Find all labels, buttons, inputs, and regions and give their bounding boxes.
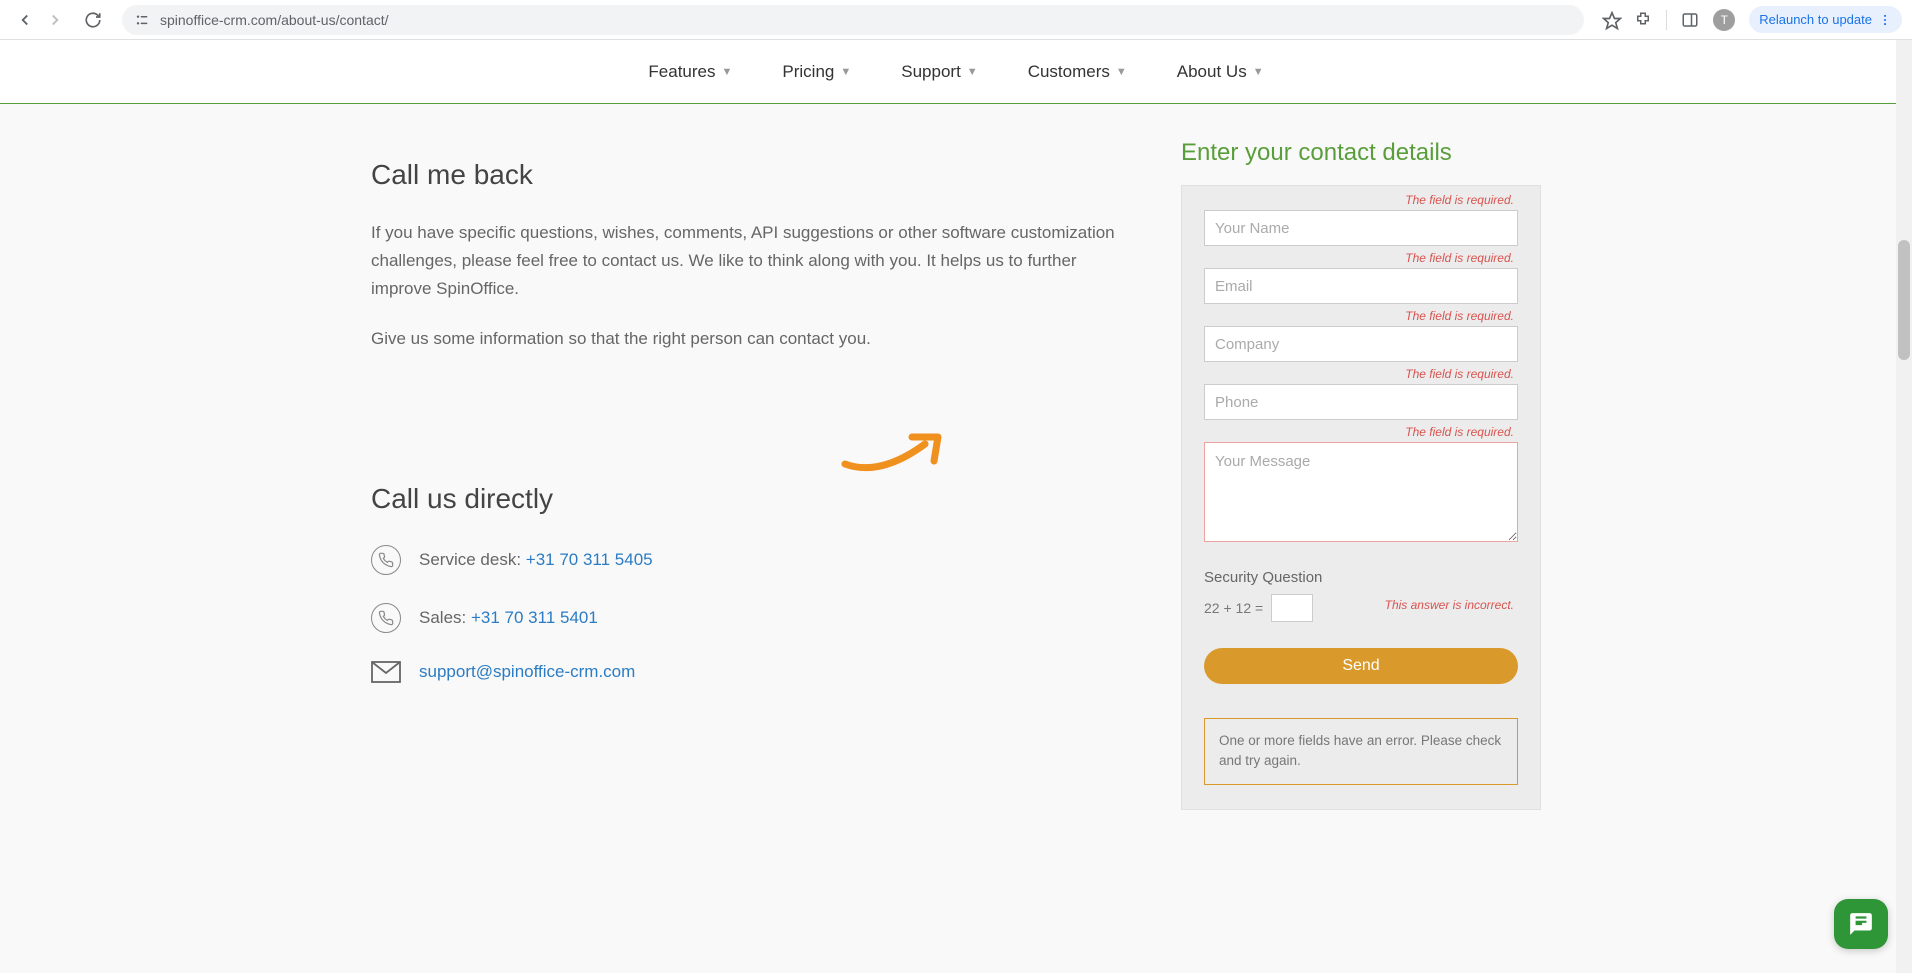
more-icon [1878, 13, 1892, 27]
email-input[interactable] [1204, 268, 1518, 304]
chevron-down-icon: ▼ [840, 66, 851, 78]
nav-features[interactable]: Features ▼ [648, 62, 732, 82]
service-desk-label: Service desk: [419, 550, 526, 569]
site-info-icon[interactable] [134, 12, 150, 28]
star-icon[interactable] [1602, 11, 1620, 29]
divider [1666, 10, 1667, 30]
forward-button[interactable] [46, 11, 64, 29]
form-error-message: One or more fields have an error. Please… [1204, 718, 1518, 785]
phone-input[interactable] [1204, 384, 1518, 420]
company-input[interactable] [1204, 326, 1518, 362]
sales-label: Sales: [419, 608, 471, 627]
security-input[interactable] [1271, 594, 1313, 622]
service-desk-phone-link[interactable]: +31 70 311 5405 [526, 550, 653, 569]
url-bar[interactable]: spinoffice-crm.com/about-us/contact/ [122, 5, 1584, 35]
field-phone-wrap: The field is required. [1204, 384, 1518, 420]
email-error: The field is required. [1405, 251, 1514, 265]
security-error: This answer is incorrect. [1385, 598, 1514, 612]
chat-button[interactable] [1834, 899, 1888, 949]
relaunch-button[interactable]: Relaunch to update [1749, 6, 1902, 33]
chat-icon [1848, 911, 1874, 937]
field-email-wrap: The field is required. [1204, 268, 1518, 304]
intro-paragraph-1: If you have specific questions, wishes, … [371, 219, 1121, 303]
chevron-down-icon: ▼ [967, 66, 978, 78]
phone-error: The field is required. [1405, 367, 1514, 381]
page-wrapper: Call me back If you have specific questi… [0, 104, 1912, 973]
form-title: Enter your contact details [1181, 139, 1541, 167]
main-nav: Features ▼ Pricing ▼ Support ▼ Customers… [0, 40, 1912, 104]
sales-row: Sales: +31 70 311 5401 [371, 603, 1121, 633]
phone-icon [371, 603, 401, 633]
panel-icon[interactable] [1681, 11, 1699, 29]
chevron-down-icon: ▼ [1116, 66, 1127, 78]
service-desk-row: Service desk: +31 70 311 5405 [371, 545, 1121, 575]
mail-icon [371, 661, 401, 683]
message-textarea[interactable] [1204, 442, 1518, 542]
url-text: spinoffice-crm.com/about-us/contact/ [160, 12, 389, 28]
chrome-actions: T Relaunch to update [1592, 6, 1902, 33]
nav-about-us[interactable]: About Us ▼ [1177, 62, 1264, 82]
field-name-wrap: The field is required. [1204, 210, 1518, 246]
scroll-thumb[interactable] [1898, 240, 1910, 360]
chevron-down-icon: ▼ [1253, 66, 1264, 78]
name-input[interactable] [1204, 210, 1518, 246]
email-row: support@spinoffice-crm.com [371, 661, 1121, 683]
scrollbar[interactable] [1896, 40, 1912, 973]
profile-avatar[interactable]: T [1713, 9, 1735, 31]
left-column: Call me back If you have specific questi… [371, 139, 1121, 810]
chevron-down-icon: ▼ [722, 66, 733, 78]
sales-phone-link[interactable]: +31 70 311 5401 [471, 608, 598, 627]
content-container: Call me back If you have specific questi… [341, 104, 1571, 850]
call-me-back-heading: Call me back [371, 159, 1121, 191]
arrow-icon [840, 429, 950, 479]
nav-arrows [10, 11, 70, 29]
field-message-wrap: The field is required. [1204, 442, 1518, 547]
company-error: The field is required. [1405, 309, 1514, 323]
nav-pricing[interactable]: Pricing ▼ [782, 62, 851, 82]
message-error: The field is required. [1405, 425, 1514, 439]
nav-support[interactable]: Support ▼ [901, 62, 977, 82]
extensions-icon[interactable] [1634, 11, 1652, 29]
support-email-link[interactable]: support@spinoffice-crm.com [419, 662, 635, 682]
security-row: 22 + 12 = This answer is incorrect. [1204, 594, 1518, 622]
contact-form: The field is required. The field is requ… [1181, 185, 1541, 810]
name-error: The field is required. [1405, 193, 1514, 207]
browser-chrome: spinoffice-crm.com/about-us/contact/ T R… [0, 0, 1912, 40]
security-question: 22 + 12 = [1204, 600, 1263, 616]
right-column: Enter your contact details The field is … [1181, 139, 1541, 810]
call-us-heading: Call us directly [371, 483, 1121, 515]
back-button[interactable] [16, 11, 34, 29]
relaunch-label: Relaunch to update [1759, 12, 1872, 27]
security-label: Security Question [1204, 569, 1518, 586]
intro-paragraph-2: Give us some information so that the rig… [371, 325, 1121, 353]
nav-customers[interactable]: Customers ▼ [1028, 62, 1127, 82]
phone-icon [371, 545, 401, 575]
send-button[interactable]: Send [1204, 648, 1518, 684]
reload-button[interactable] [84, 11, 102, 29]
field-company-wrap: The field is required. [1204, 326, 1518, 362]
